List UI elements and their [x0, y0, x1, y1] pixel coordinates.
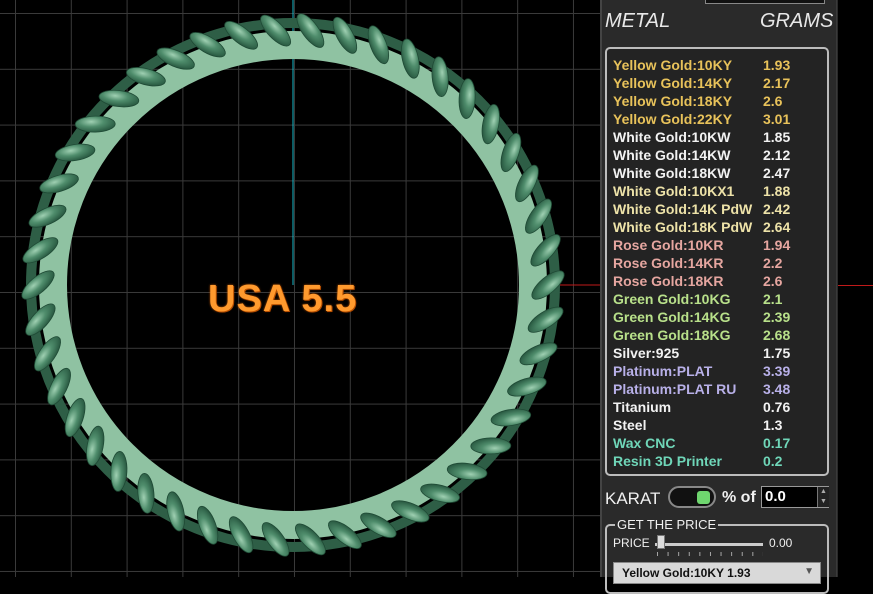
metal-grams: 1.93: [763, 57, 791, 73]
metal-grams: 1.94: [763, 237, 791, 253]
price-slider-ticks: [657, 552, 763, 556]
metal-grams: 2.1: [763, 291, 783, 307]
metal-name: Platinum:PLAT RU: [613, 381, 737, 397]
metal-name: Green Gold:14KG: [613, 309, 731, 325]
metal-grams: 3.39: [763, 363, 791, 379]
percent-of-label: % of: [722, 489, 756, 506]
metal-grams: 2.12: [763, 147, 791, 163]
metal-grams: 2.2: [763, 255, 783, 271]
metal-grams: 2.39: [763, 309, 791, 325]
percent-spinner[interactable]: ▲ ▼: [817, 487, 829, 507]
metal-grams: 0.76: [763, 399, 791, 415]
metal-grams: 1.3: [763, 417, 783, 433]
metal-column-header: METAL: [605, 10, 671, 32]
toggle-knob: [697, 491, 710, 504]
metal-name: White Gold:14KW: [613, 147, 731, 163]
metal-name: Green Gold:18KG: [613, 327, 731, 343]
grid-line: [836, 0, 837, 577]
spin-up-icon[interactable]: ▲: [818, 487, 829, 497]
metal-name: Green Gold:10KG: [613, 291, 731, 307]
grams-column-header: GRAMS: [760, 10, 834, 32]
metal-name: Silver:925: [613, 345, 680, 361]
metal-name: Rose Gold:18KR: [613, 273, 724, 289]
metal-grams: 1.88: [763, 183, 791, 199]
ring-size-label: USA 5.5: [208, 278, 358, 320]
metal-name: White Gold:10KX1: [613, 183, 735, 199]
metal-name: Wax CNC: [613, 435, 676, 451]
karat-toggle[interactable]: [668, 486, 716, 508]
metal-name: Platinum:PLAT: [613, 363, 713, 379]
get-the-price-group: GET THE PRICE PRICE 0.00 Yellow Gold:10K…: [605, 517, 829, 594]
metal-name: Resin 3D Printer: [613, 453, 722, 469]
metal-grams: 3.48: [763, 381, 791, 397]
metal-grams: 2.42: [763, 201, 791, 217]
metal-name: Rose Gold:10KR: [613, 237, 724, 253]
metal-grams: 2.17: [763, 75, 791, 91]
metal-list[interactable]: Yellow Gold:10KY 1.93 Yellow Gold:14KY 2.17…: [605, 47, 829, 476]
metal-name: Yellow Gold:22KY: [613, 111, 733, 127]
3d-viewport[interactable]: USA 5.5: [0, 0, 600, 577]
metal-grams: 0.2: [763, 453, 783, 469]
rope-twist-segment: [470, 437, 512, 455]
metal-name: Steel: [613, 417, 647, 433]
metal-grams: 1.85: [763, 129, 791, 145]
metal-grams: 3.01: [763, 111, 791, 127]
metal-name: Yellow Gold:14KY: [613, 75, 733, 91]
price-metal-select[interactable]: Yellow Gold:10KY 1.93 ▼: [613, 562, 821, 584]
rope-twist-segment: [74, 115, 116, 133]
price-label: PRICE: [613, 536, 650, 550]
metal-grams: 2.6: [763, 93, 783, 109]
metal-name: Rose Gold:14KR: [613, 255, 724, 271]
metal-grams: 2.47: [763, 165, 791, 181]
metal-name: White Gold:14K PdW: [613, 201, 753, 217]
metal-name: White Gold:18K PdW: [613, 219, 753, 235]
metal-name: Titanium: [613, 399, 672, 415]
karat-label: KARAT: [605, 489, 661, 508]
price-slider-track[interactable]: [655, 543, 763, 546]
metal-name: Yellow Gold:10KY: [613, 57, 733, 73]
price-value: 0.00: [769, 536, 793, 550]
metal-name: White Gold:18KW: [613, 165, 731, 181]
metal-weight-panel: METAL GRAMS Yellow Gold:10KY 1.93 Yellow G…: [600, 0, 838, 594]
chevron-down-icon: ▼: [804, 566, 814, 577]
metal-grams: 0.17: [763, 435, 791, 451]
metal-grams: 2.68: [763, 327, 791, 343]
metal-grams: 2.6: [763, 273, 783, 289]
price-select-value: Yellow Gold:10KY 1.93: [622, 566, 751, 580]
metal-grams: 2.64: [763, 219, 791, 235]
price-group-legend: GET THE PRICE: [615, 517, 719, 532]
metal-name: White Gold:10KW: [613, 129, 731, 145]
spin-down-icon[interactable]: ▼: [818, 497, 829, 507]
top-input-box[interactable]: [705, 0, 825, 4]
price-slider-thumb[interactable]: [657, 535, 665, 549]
metal-grams: 1.75: [763, 345, 791, 361]
metal-name: Yellow Gold:18KY: [613, 93, 733, 109]
